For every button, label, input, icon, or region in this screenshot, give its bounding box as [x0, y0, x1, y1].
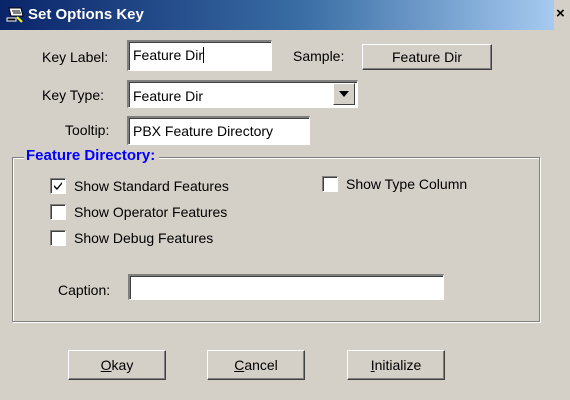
tooltip-label: Tooltip:: [65, 122, 110, 138]
key-label-input[interactable]: Feature Dir: [127, 40, 272, 71]
okay-mnemonic: O: [100, 357, 112, 373]
tooltip-value: PBX Feature Directory: [133, 123, 274, 139]
show-standard-features-label[interactable]: Show Standard Features: [74, 177, 229, 195]
key-label-value: Feature Dir: [133, 47, 204, 63]
key-label-label: Key Label:: [42, 49, 109, 65]
feature-directory-title: Feature Directory:: [24, 147, 160, 165]
initialize-button[interactable]: Initialize: [347, 350, 445, 380]
set-options-key-dialog: Set Options Key × Key Label: Feature Dir…: [0, 0, 570, 400]
key-icon: [5, 5, 25, 25]
tooltip-input[interactable]: PBX Feature Directory: [127, 116, 310, 145]
key-type-select[interactable]: Feature Dir: [127, 80, 358, 108]
show-standard-features-checkbox[interactable]: [50, 178, 66, 194]
initialize-label-rest: nitialize: [374, 357, 422, 373]
cancel-button[interactable]: Cancel: [207, 350, 305, 380]
okay-label-rest: kay: [111, 357, 134, 373]
sample-key-button[interactable]: Feature Dir: [362, 44, 492, 70]
cancel-mnemonic: C: [234, 357, 245, 373]
window-title: Set Options Key: [28, 6, 144, 23]
show-type-column-label[interactable]: Show Type Column: [346, 175, 467, 193]
sample-key-text: Feature Dir: [391, 49, 463, 65]
close-icon: ×: [556, 5, 565, 22]
show-operator-features-label[interactable]: Show Operator Features: [74, 203, 227, 221]
key-type-value: Feature Dir: [133, 88, 204, 104]
show-debug-features-label[interactable]: Show Debug Features: [74, 229, 213, 247]
checkmark-icon: [54, 182, 62, 190]
cancel-label-rest: ancel: [244, 357, 278, 373]
chevron-down-icon: [339, 91, 349, 97]
sample-label: Sample:: [293, 48, 345, 64]
show-operator-features-checkbox[interactable]: [50, 204, 66, 220]
show-type-column-checkbox[interactable]: [322, 176, 338, 192]
caption-input[interactable]: [128, 274, 444, 300]
title-bar[interactable]: Set Options Key: [0, 0, 554, 30]
show-debug-features-checkbox[interactable]: [50, 230, 66, 246]
key-type-dropdown-button[interactable]: [333, 83, 355, 105]
okay-button[interactable]: Okay: [68, 350, 166, 380]
close-button[interactable]: ×: [554, 0, 570, 30]
key-type-label: Key Type:: [42, 87, 105, 103]
text-caret: [203, 47, 205, 63]
caption-label: Caption:: [58, 282, 111, 298]
